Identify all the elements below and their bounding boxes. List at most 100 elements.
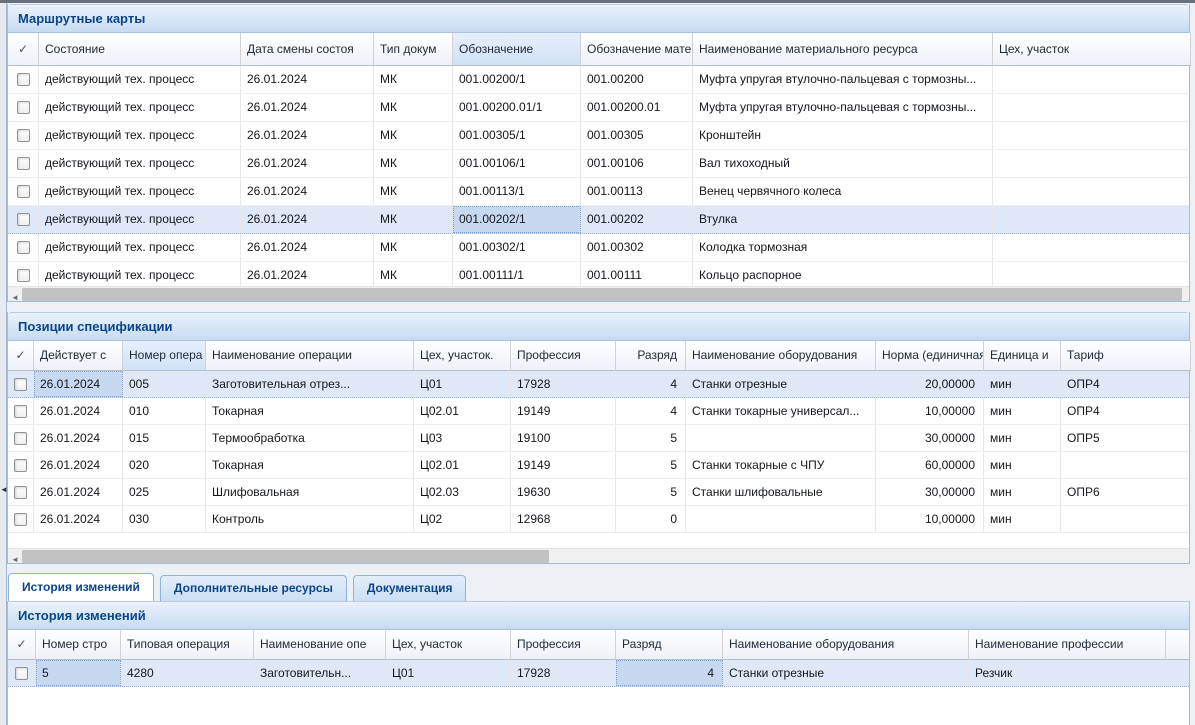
table-row[interactable]: 26.01.2024010ТокарнаяЦ02.01191494Станки … [8,398,1189,425]
table-cell[interactable]: МК [374,178,453,205]
table-cell[interactable]: 001.00111/1 [453,262,581,286]
table-cell[interactable]: мин [984,452,1061,478]
column-header[interactable]: Дата смены состоя [241,33,374,66]
table-cell[interactable]: Ц01 [386,660,511,686]
table-cell[interactable]: 26.01.2024 [34,506,123,532]
table-cell[interactable]: 12968 [511,506,616,532]
table-cell[interactable]: Ц01 [414,371,511,397]
table-cell[interactable]: действующий тех. процесс [39,150,241,177]
checkbox-cell[interactable] [8,425,34,451]
column-header[interactable]: Профессия [511,341,616,371]
table-cell[interactable]: 19100 [511,425,616,451]
checkbox-cell[interactable] [8,150,39,177]
table-cell[interactable]: 4 [616,660,723,686]
row-checkbox[interactable] [14,405,27,418]
table-cell[interactable]: Кронштейн [693,122,993,149]
table-cell[interactable]: 26.01.2024 [241,150,374,177]
table-cell[interactable]: Венец червячного колеса [693,178,993,205]
row-checkbox[interactable] [14,459,27,472]
table-cell[interactable]: 10,00000 [876,398,984,424]
column-header[interactable]: Действует с [34,341,123,371]
column-header[interactable]: Наименование оборудования [686,341,876,371]
splitter-collapse-icon[interactable]: ◄ [0,483,7,497]
row-checkbox[interactable] [15,667,28,680]
table-cell[interactable]: Контроль [206,506,414,532]
row-checkbox[interactable] [17,269,30,282]
table-cell[interactable]: мин [984,425,1061,451]
table-cell[interactable]: 020 [123,452,206,478]
table-cell[interactable]: 26.01.2024 [241,206,374,233]
table-cell[interactable]: 5 [616,425,686,451]
table-cell[interactable]: 26.01.2024 [34,371,123,397]
column-header[interactable]: Разряд [616,341,686,371]
checkbox-cell[interactable] [8,479,34,505]
table-cell[interactable]: 001.00305 [581,122,693,149]
table-cell[interactable]: Станки отрезные [686,371,876,397]
row-checkbox[interactable] [14,486,27,499]
checkbox-cell[interactable] [8,122,39,149]
table-cell[interactable] [993,150,1189,177]
select-all-column-header[interactable]: ✓ [8,630,36,660]
table-row[interactable]: 26.01.2024020ТокарнаяЦ02.01191495Станки … [8,452,1189,479]
table-cell[interactable]: 0 [616,506,686,532]
table-cell[interactable]: 001.00111 [581,262,693,286]
table-cell[interactable]: ОПР6 [1061,479,1189,505]
table-cell[interactable]: действующий тех. процесс [39,66,241,93]
table-cell[interactable]: действующий тех. процесс [39,178,241,205]
row-checkbox[interactable] [17,129,30,142]
table-cell[interactable]: 001.00302/1 [453,234,581,261]
table-row[interactable]: 26.01.2024005Заготовительная отрез...Ц01… [8,371,1189,398]
table-cell[interactable]: 001.00305/1 [453,122,581,149]
table-cell[interactable]: 001.00106/1 [453,150,581,177]
table-cell[interactable]: 17928 [511,371,616,397]
table-cell[interactable]: МК [374,234,453,261]
table-cell[interactable] [1061,452,1189,478]
table-cell[interactable]: Кольцо распорное [693,262,993,286]
table-cell[interactable] [1061,506,1189,532]
table-cell[interactable]: 001.00113 [581,178,693,205]
column-header[interactable]: Состояние [39,33,241,66]
table-cell[interactable]: 5 [36,660,121,686]
table-row[interactable]: действующий тех. процесс26.01.2024МК001.… [8,150,1189,178]
tab-history-changes[interactable]: История изменений [8,573,154,601]
table-cell[interactable]: 001.00200.01/1 [453,94,581,121]
column-header[interactable]: Наименование оборудования [723,630,969,660]
column-header[interactable]: Обозначение мате [581,33,693,66]
table-cell[interactable]: 4 [616,371,686,397]
table-cell[interactable]: Токарная [206,452,414,478]
column-header[interactable]: Тариф [1061,341,1191,371]
checkbox-cell[interactable] [8,452,34,478]
table-cell[interactable] [993,94,1189,121]
table-cell[interactable]: 30,00000 [876,425,984,451]
table-cell[interactable]: Вал тихоходный [693,150,993,177]
checkbox-cell[interactable] [8,94,39,121]
table-cell[interactable]: 26.01.2024 [34,479,123,505]
table-cell[interactable]: 001.00202/1 [453,206,581,233]
table-cell[interactable]: действующий тех. процесс [39,94,241,121]
table-cell[interactable]: Муфта упругая втулочно-пальцевая с тормо… [693,66,993,93]
table-cell[interactable]: Шлифовальная [206,479,414,505]
scroll-left-button[interactable]: ◄ [8,549,22,563]
table-cell[interactable]: ОПР4 [1061,371,1189,397]
table-cell[interactable]: Ц02.01 [414,398,511,424]
table-cell[interactable]: Станки токарные универсал... [686,398,876,424]
column-header[interactable]: Разряд [616,630,723,660]
table-cell[interactable]: Ц02.01 [414,452,511,478]
table-cell[interactable]: 60,00000 [876,452,984,478]
row-checkbox[interactable] [17,101,30,114]
table-cell[interactable]: 001.00200 [581,66,693,93]
table-cell[interactable]: 005 [123,371,206,397]
scroll-left-button[interactable]: ◄ [8,287,22,301]
checkbox-cell[interactable] [8,660,36,686]
spec-positions-hscrollbar[interactable]: ◄ [8,548,1189,563]
table-row[interactable]: 54280Заготовительн...Ц01179284Станки отр… [8,660,1189,687]
table-cell[interactable]: действующий тех. процесс [39,234,241,261]
table-row[interactable]: 26.01.2024025ШлифовальнаяЦ02.03196305Ста… [8,479,1189,506]
table-cell[interactable]: 001.00106 [581,150,693,177]
table-cell[interactable]: 001.00200.01 [581,94,693,121]
scrollbar-thumb[interactable] [22,550,549,563]
table-cell[interactable]: Заготовительн... [254,660,386,686]
table-cell[interactable]: 19149 [511,452,616,478]
table-cell[interactable]: мин [984,398,1061,424]
table-cell[interactable]: Колодка тормозная [693,234,993,261]
